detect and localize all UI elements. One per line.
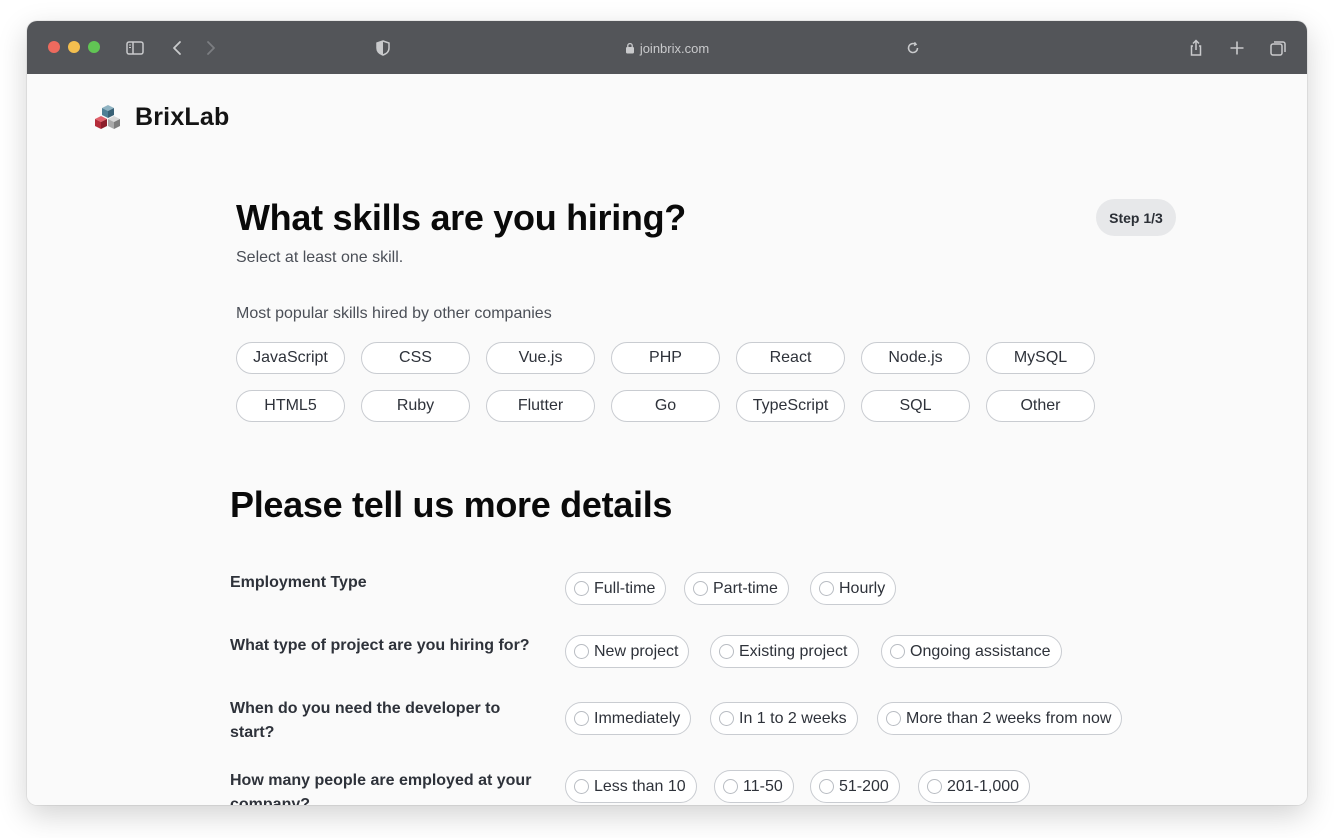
skill-chip-sql[interactable]: SQL xyxy=(861,390,970,422)
option-existing-project[interactable]: Existing project xyxy=(710,635,859,668)
option-201-1000[interactable]: 201-1,000 xyxy=(918,770,1031,803)
question-company-size: How many people are employed at your com… xyxy=(230,772,532,805)
details-title: Please tell us more details xyxy=(230,484,673,525)
brand-logo[interactable]: BrixLab xyxy=(93,102,229,132)
radio-icon xyxy=(719,644,734,659)
option-new-project[interactable]: New project xyxy=(565,635,690,668)
skill-chip-html5[interactable]: HTML5 xyxy=(236,390,345,422)
option-label: Part-time xyxy=(713,579,778,597)
option-full-time[interactable]: Full-time xyxy=(565,572,667,605)
option-ongoing-assistance[interactable]: Ongoing assistance xyxy=(881,635,1062,668)
option-label: 11-50 xyxy=(743,777,783,795)
radio-icon xyxy=(927,779,942,794)
lock-icon xyxy=(625,42,634,54)
sidebar-toggle-icon[interactable] xyxy=(124,37,146,59)
close-window-button[interactable] xyxy=(48,41,60,53)
skill-chip-other[interactable]: Other xyxy=(986,390,1095,422)
page-subtitle: Select at least one skill. xyxy=(236,249,404,266)
option-51-200[interactable]: 51-200 xyxy=(810,770,900,803)
option-immediately[interactable]: Immediately xyxy=(565,702,692,735)
step-badge: Step 1/3 xyxy=(1096,199,1176,236)
skill-chip-javascript[interactable]: JavaScript xyxy=(236,342,345,374)
skill-chip-go[interactable]: Go xyxy=(611,390,720,422)
radio-icon xyxy=(890,644,905,659)
reload-icon[interactable] xyxy=(902,37,924,59)
browser-toolbar: joinbrix.com xyxy=(27,21,1307,74)
popular-skills-label: Most popular skills hired by other compa… xyxy=(236,305,552,322)
option-label: Ongoing assistance xyxy=(910,642,1051,660)
minimize-window-button[interactable] xyxy=(68,41,80,53)
option-label: Full-time xyxy=(594,579,656,597)
radio-icon xyxy=(819,779,834,794)
new-tab-icon[interactable] xyxy=(1226,37,1248,59)
skill-chip-flutter[interactable]: Flutter xyxy=(486,390,595,422)
radio-icon xyxy=(574,644,589,659)
option-label: Immediately xyxy=(594,709,681,727)
tab-overview-icon[interactable] xyxy=(1267,37,1289,59)
option-label: More than 2 weeks from now xyxy=(906,709,1112,727)
page-title: What skills are you hiring? xyxy=(236,197,686,238)
url-text: joinbrix.com xyxy=(639,40,710,56)
option-label: In 1 to 2 weeks xyxy=(739,709,847,727)
browser-window: joinbrix.com BrixLab What skills are you… xyxy=(27,21,1307,805)
skill-chip-nodejs[interactable]: Node.js xyxy=(861,342,970,374)
skill-chip-mysql[interactable]: MySQL xyxy=(986,342,1095,374)
option-label: New project xyxy=(594,642,679,660)
skill-chip-typescript[interactable]: TypeScript xyxy=(736,390,845,422)
page-content: BrixLab What skills are you hiring? Sele… xyxy=(27,74,1307,805)
skill-chip-css[interactable]: CSS xyxy=(361,342,470,374)
radio-icon xyxy=(819,581,834,596)
radio-icon xyxy=(574,711,589,726)
back-icon[interactable] xyxy=(167,37,189,59)
question-employment-type: Employment Type xyxy=(230,574,367,591)
option-less-than-10[interactable]: Less than 10 xyxy=(565,770,697,803)
radio-icon xyxy=(574,779,589,794)
zoom-window-button[interactable] xyxy=(88,41,100,53)
share-icon[interactable] xyxy=(1185,37,1207,59)
skill-chip-php[interactable]: PHP xyxy=(611,342,720,374)
option-label: 51-200 xyxy=(839,777,889,795)
question-project-type: What type of project are you hiring for? xyxy=(230,637,530,654)
option-part-time[interactable]: Part-time xyxy=(684,572,789,605)
option-label: Hourly xyxy=(839,579,886,597)
skill-chip-ruby[interactable]: Ruby xyxy=(361,390,470,422)
option-11-50[interactable]: 11-50 xyxy=(714,770,794,803)
skill-chip-react[interactable]: React xyxy=(736,342,845,374)
option-label: Less than 10 xyxy=(594,777,686,795)
skill-chip-vuejs[interactable]: Vue.js xyxy=(486,342,595,374)
forward-icon[interactable] xyxy=(199,37,221,59)
option-label: 201-1,000 xyxy=(947,777,1020,795)
question-start-time: When do you need the developer to start? xyxy=(230,700,501,741)
radio-icon xyxy=(693,581,708,596)
radio-icon xyxy=(719,711,734,726)
option-hourly[interactable]: Hourly xyxy=(810,572,897,605)
brand-name: BrixLab xyxy=(135,102,230,131)
option-1-to-2-weeks[interactable]: In 1 to 2 weeks xyxy=(710,702,858,735)
option-more-than-2-weeks[interactable]: More than 2 weeks from now xyxy=(877,702,1123,735)
option-label: Existing project xyxy=(739,642,848,660)
radio-icon xyxy=(723,779,738,794)
cubes-logo-icon xyxy=(95,105,120,129)
radio-icon xyxy=(574,581,589,596)
privacy-shield-icon[interactable] xyxy=(372,37,394,59)
radio-icon xyxy=(886,711,901,726)
address-bar[interactable]: joinbrix.com xyxy=(587,38,747,58)
